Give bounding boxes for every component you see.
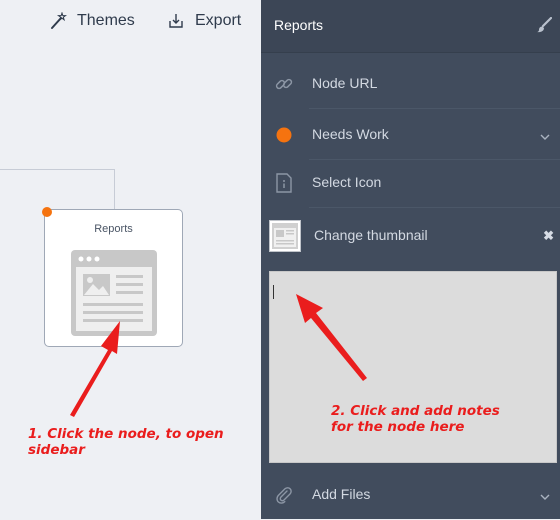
- row-divider: [309, 108, 560, 109]
- annotation-step-2-line-2: for the node here: [331, 419, 465, 435]
- link-icon: [273, 73, 295, 95]
- status-label: Needs Work: [312, 126, 389, 142]
- report-thumbnail-icon: [71, 250, 157, 336]
- export-icon: [166, 11, 186, 31]
- node-status-dot: [42, 207, 52, 217]
- close-icon[interactable]: ✖: [543, 228, 554, 244]
- node-title: Reports: [94, 223, 133, 235]
- chevron-down-icon[interactable]: [540, 488, 550, 506]
- annotation-step-1-line-1: 1. Click the node, to open: [28, 426, 224, 442]
- mindmap-node[interactable]: Reports: [42, 207, 183, 347]
- change-thumbnail-row[interactable]: Change thumbnail ✖: [261, 211, 560, 261]
- select-icon-row[interactable]: Select Icon: [261, 158, 560, 208]
- node-connector-line: [0, 169, 115, 210]
- thumbnail-icon: [269, 220, 301, 252]
- row-divider: [309, 207, 560, 208]
- export-label: Export: [195, 12, 242, 29]
- status-dot-icon: [273, 124, 295, 146]
- add-files-row[interactable]: Add Files: [261, 470, 560, 520]
- themes-button[interactable]: Themes: [48, 10, 135, 32]
- annotation-step-2: 2. Click and add notes for the node here: [331, 403, 551, 435]
- annotation-step-2-line-1: 2. Click and add notes: [331, 403, 500, 419]
- sidebar-header: Reports: [261, 0, 560, 53]
- magic-wand-icon: [48, 11, 68, 31]
- mindmap-canvas[interactable]: Themes Export Reports 1. Click the node,…: [0, 0, 261, 519]
- themes-label: Themes: [77, 12, 135, 29]
- node-url-row[interactable]: Node URL: [261, 59, 560, 109]
- annotation-step-1: 1. Click the node, to open sidebar: [28, 426, 258, 458]
- status-row[interactable]: Needs Work: [261, 110, 560, 160]
- select-icon-label: Select Icon: [312, 174, 382, 190]
- add-files-label: Add Files: [312, 486, 371, 502]
- paperclip-icon: [273, 484, 295, 506]
- export-button[interactable]: Export: [166, 10, 241, 32]
- info-document-icon: [273, 172, 295, 194]
- annotation-step-1-line-2: sidebar: [28, 442, 85, 458]
- sidebar-title: Reports: [274, 17, 324, 33]
- change-thumbnail-label: Change thumbnail: [314, 227, 428, 243]
- chevron-down-icon[interactable]: [540, 128, 550, 146]
- text-caret: [273, 285, 274, 299]
- node-url-label: Node URL: [312, 75, 378, 91]
- brush-icon[interactable]: [536, 16, 553, 38]
